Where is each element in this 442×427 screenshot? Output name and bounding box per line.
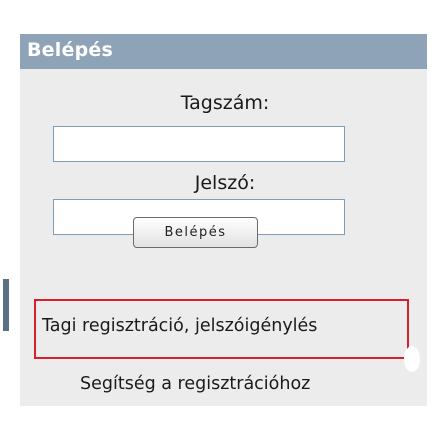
registration-help-link[interactable]: Segítség a regisztrációhoz xyxy=(80,374,310,394)
member-id-input[interactable] xyxy=(53,126,345,162)
login-panel-header: Belépés xyxy=(20,34,427,69)
member-id-label: Tagszám: xyxy=(180,92,270,114)
login-button[interactable]: Belépés xyxy=(133,217,258,248)
decorative-shape xyxy=(404,346,420,372)
login-panel-title: Belépés xyxy=(27,39,113,61)
page: Belépés Tagszám: Jelszó: Belépés Tagi re… xyxy=(0,0,442,427)
side-accent xyxy=(3,279,9,331)
password-label: Jelszó: xyxy=(194,172,256,194)
register-link[interactable]: Tagi regisztráció, jelszóigénylés xyxy=(42,316,317,336)
